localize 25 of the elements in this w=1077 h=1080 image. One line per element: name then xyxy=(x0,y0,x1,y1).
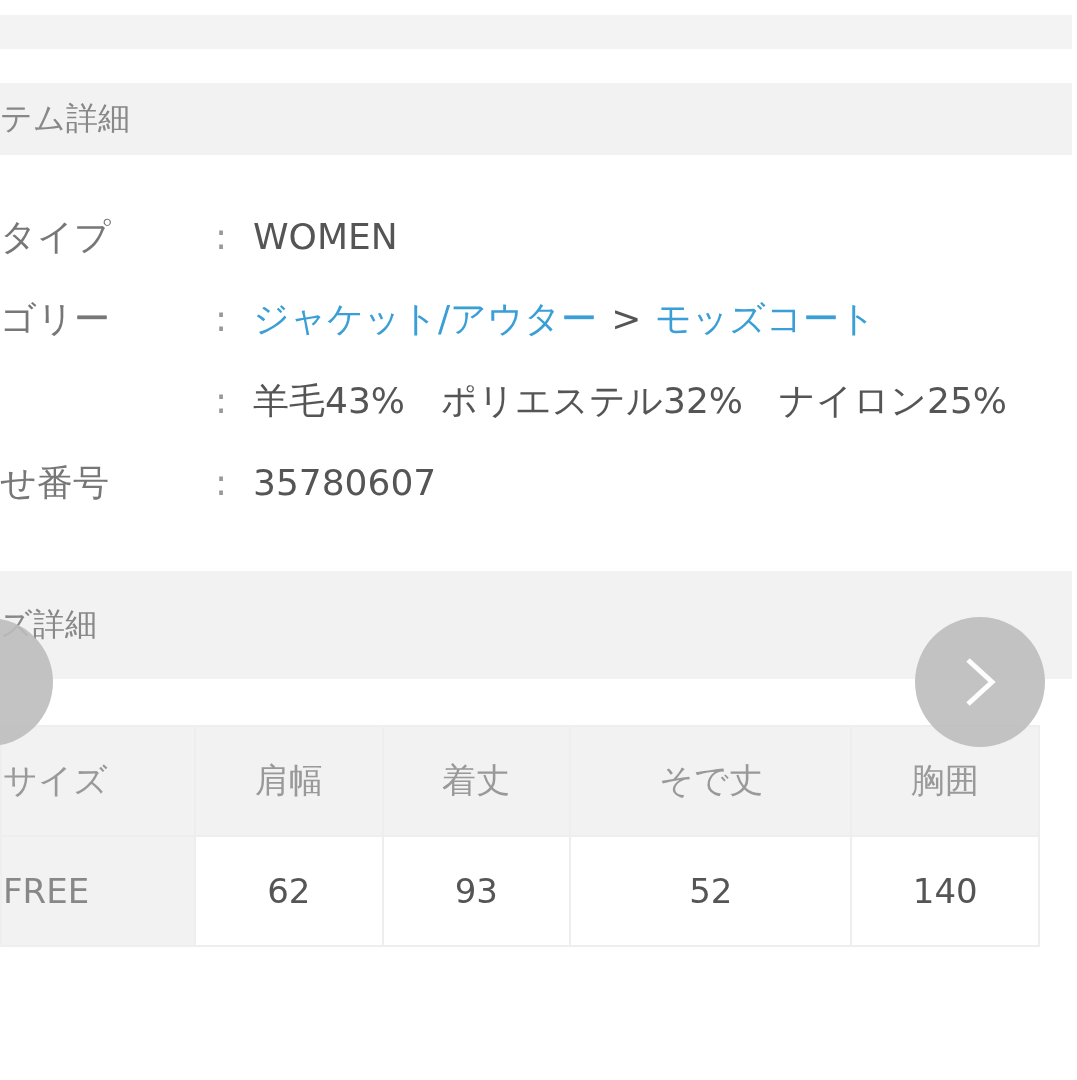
section-title: テム詳細 xyxy=(0,98,130,139)
detail-label: ゴリー xyxy=(0,298,110,339)
column-header: 肩幅 xyxy=(195,726,383,836)
column-header: サイズ xyxy=(1,726,195,836)
detail-value: WOMEN xyxy=(253,215,398,259)
breadcrumb-separator: > xyxy=(611,298,642,339)
section-title: ズ詳細 xyxy=(0,604,97,645)
category-link[interactable]: ジャケット/アウター xyxy=(253,298,598,339)
table-cell: 93 xyxy=(382,836,571,946)
column-header: そで丈 xyxy=(570,726,852,836)
table-cell: FREE xyxy=(1,836,195,946)
detail-label: タイプ xyxy=(0,216,111,257)
colon: : xyxy=(215,462,228,503)
table-cell: 140 xyxy=(851,836,1039,946)
detail-value: 35780607 xyxy=(253,461,437,505)
detail-value: 羊毛43% ポリエステル32% ナイロン25% xyxy=(253,379,1008,423)
table-cell: 52 xyxy=(570,836,852,946)
column-header: 胸囲 xyxy=(851,726,1039,836)
category-link[interactable]: モッズコート xyxy=(655,298,877,339)
table-cell: 62 xyxy=(195,836,383,946)
colon: : xyxy=(215,380,228,421)
column-header: 着丈 xyxy=(382,726,571,836)
detail-label: せ番号 xyxy=(0,462,109,503)
colon: : xyxy=(215,298,228,339)
colon: : xyxy=(215,216,228,257)
